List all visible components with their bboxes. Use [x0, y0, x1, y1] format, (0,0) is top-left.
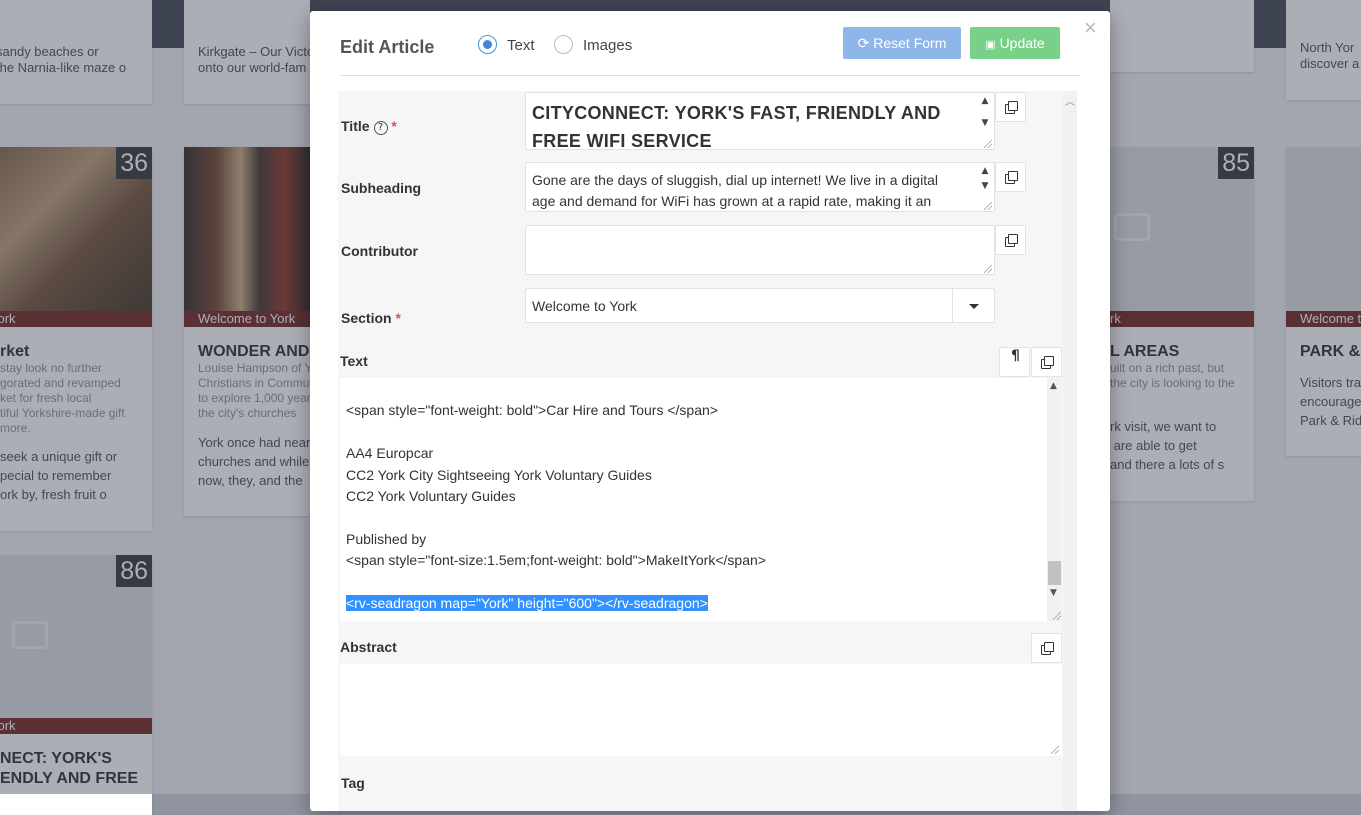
- abstract-input[interactable]: [340, 664, 1062, 756]
- section-label-text: Section: [341, 310, 392, 326]
- edit-article-modal: Edit Article Text Images ⟳ Reset Form ▣ …: [310, 11, 1110, 811]
- radio-images-label[interactable]: Images: [583, 37, 632, 54]
- help-icon[interactable]: ?: [373, 121, 388, 135]
- required-marker: *: [395, 310, 401, 326]
- copy-title-button[interactable]: [995, 92, 1026, 122]
- text-line: CC2 York Voluntary Guides: [346, 488, 516, 504]
- resize-handle[interactable]: [984, 140, 992, 148]
- subheading-value-line-2: age and demand for WiFi has grown at a r…: [532, 193, 932, 209]
- reset-form-label: Reset Form: [873, 35, 947, 51]
- spin-down-icon[interactable]: ▼: [980, 181, 990, 191]
- tag-label: Tag: [341, 775, 365, 791]
- copy-icon: [1041, 356, 1054, 369]
- radio-text-label[interactable]: Text: [507, 37, 535, 54]
- resize-handle[interactable]: [1051, 746, 1059, 754]
- contributor-label: Contributor: [341, 243, 418, 259]
- text-line: AA4 Europcar: [346, 445, 434, 461]
- selected-text: <rv-seadragon map="York" height="600"></…: [346, 595, 708, 611]
- text-line: Published by: [346, 531, 427, 547]
- title-value-line-2: FREE WIFI SERVICE: [532, 131, 712, 150]
- title-label: Title? *: [341, 118, 397, 135]
- subheading-input[interactable]: Gone are the days of sluggish, dial up i…: [525, 162, 995, 212]
- copy-icon: [1005, 234, 1018, 247]
- copy-icon: [1041, 642, 1054, 655]
- refresh-icon: ⟳: [857, 35, 870, 51]
- copy-subheading-button[interactable]: [995, 162, 1026, 192]
- text-editor[interactable]: <span style="font-weight: bold">Car Hire…: [340, 378, 1062, 621]
- subheading-label: Subheading: [341, 180, 422, 196]
- title-input[interactable]: CITYCONNECT: YORK'S FAST, FRIENDLY AND F…: [525, 92, 995, 150]
- reset-form-button[interactable]: ⟳ Reset Form: [843, 27, 961, 59]
- copy-text-button[interactable]: [1031, 347, 1062, 377]
- text-line: CC2 York City Sightseeing York Voluntary…: [346, 467, 652, 483]
- chevron-down-icon[interactable]: [952, 289, 994, 322]
- contributor-input[interactable]: [525, 225, 995, 275]
- modal-title: Edit Article: [340, 37, 435, 57]
- close-icon[interactable]: ×: [1084, 15, 1097, 41]
- resize-handle[interactable]: [984, 202, 992, 210]
- resize-handle[interactable]: [1053, 612, 1061, 620]
- form-scrollbar[interactable]: ︿: [1063, 91, 1077, 811]
- subheading-value-line-1: Gone are the days of sluggish, dial up i…: [532, 172, 938, 188]
- spin-up-icon[interactable]: ▲: [980, 96, 990, 106]
- copy-abstract-button[interactable]: [1031, 633, 1062, 663]
- update-button[interactable]: ▣ Update: [970, 27, 1060, 59]
- resize-handle[interactable]: [984, 265, 992, 273]
- radio-images-mode[interactable]: [554, 35, 573, 54]
- paragraph-toggle-button[interactable]: ¶: [999, 347, 1030, 377]
- spin-down-icon[interactable]: ▼: [980, 118, 990, 128]
- radio-text-mode[interactable]: [478, 35, 497, 54]
- text-line: <span style="font-size:1.5em;font-weight…: [346, 552, 766, 568]
- title-label-text: Title: [341, 118, 370, 134]
- pilcrow-icon: ¶: [1011, 348, 1020, 364]
- section-label: Section *: [341, 310, 401, 326]
- scroll-down-icon[interactable]: ▼: [1050, 588, 1057, 598]
- copy-icon: [1005, 101, 1018, 114]
- text-line-selected: <rv-seadragon map="York" height="600"></…: [346, 595, 708, 611]
- text-editor-scrollbar[interactable]: ▲ ▼: [1047, 378, 1062, 621]
- title-value-line-1: CITYCONNECT: YORK'S FAST, FRIENDLY AND: [532, 103, 941, 123]
- copy-contributor-button[interactable]: [995, 225, 1026, 255]
- update-label: Update: [999, 35, 1045, 51]
- header-divider: [340, 75, 1080, 76]
- abstract-label: Abstract: [340, 639, 397, 655]
- scrollbar-thumb[interactable]: [1048, 561, 1061, 585]
- scroll-up-icon[interactable]: ︿: [1065, 93, 1075, 108]
- section-selected-value: Welcome to York: [532, 298, 637, 314]
- scroll-up-icon[interactable]: ▲: [1050, 381, 1057, 391]
- save-icon: ▣: [985, 39, 996, 51]
- copy-icon: [1005, 171, 1018, 184]
- required-marker: *: [391, 118, 397, 134]
- section-select[interactable]: Welcome to York: [525, 288, 995, 323]
- spin-up-icon[interactable]: ▲: [980, 166, 990, 176]
- text-label: Text: [340, 353, 368, 369]
- text-line: <span style="font-weight: bold">Car Hire…: [346, 402, 718, 418]
